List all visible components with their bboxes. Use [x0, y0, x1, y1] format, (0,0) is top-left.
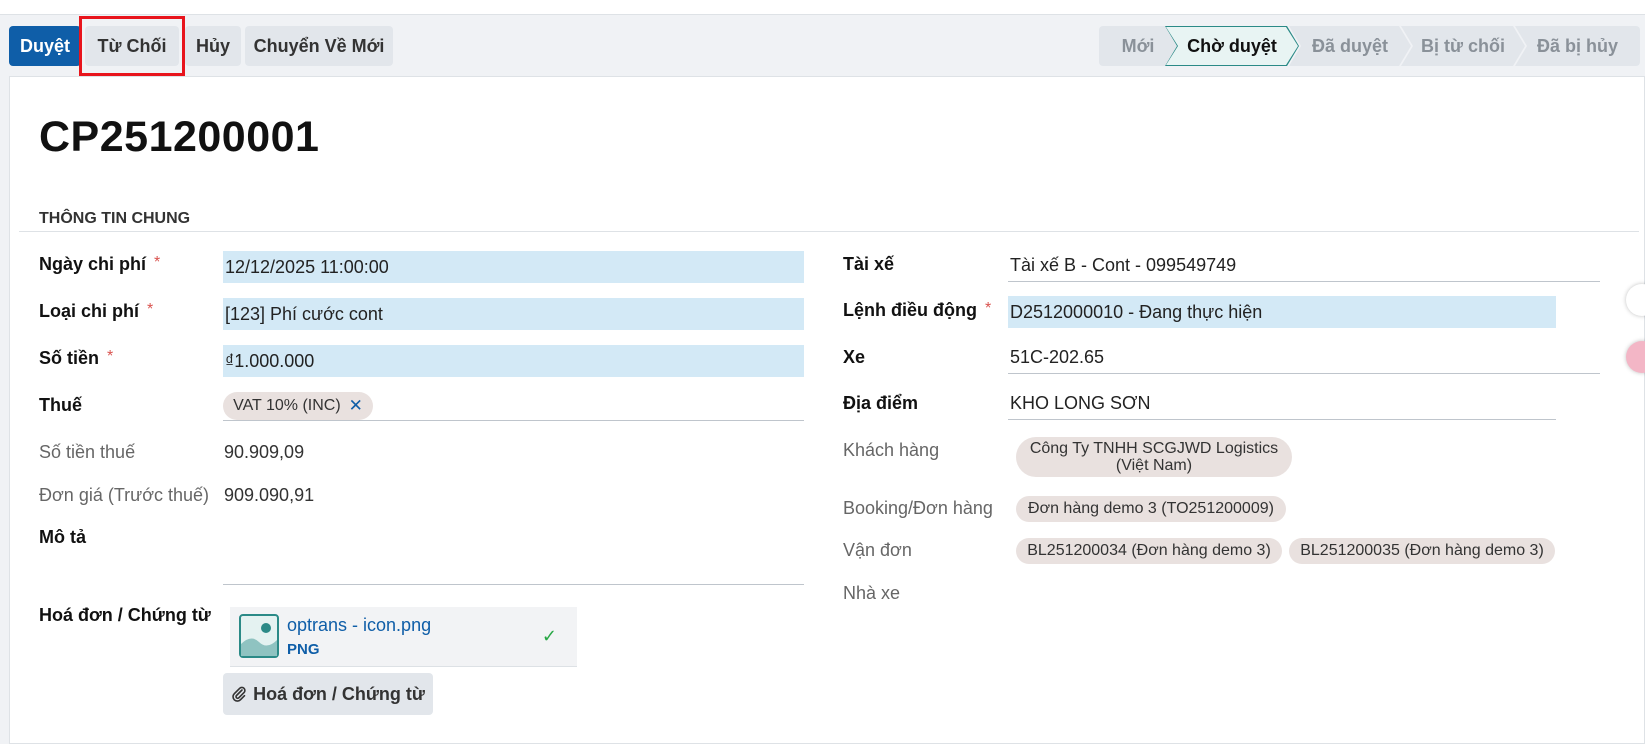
vehicle-label: Xe — [843, 347, 866, 367]
tax-label: Thuế — [39, 395, 82, 415]
status-bar: Mới Chờ duyệt Đã duyệt Bị từ chối Đã bị … — [1099, 26, 1640, 66]
stage-new-label: Mới — [1121, 35, 1155, 56]
dispatch-order-label: Lệnh điều động * — [843, 300, 992, 320]
image-file-icon — [239, 614, 279, 658]
add-attachment-label: Hoá đơn / Chứng từ — [253, 683, 425, 704]
unit-price-label: Đơn giá (Trước thuế) — [39, 485, 210, 505]
reset-to-new-button[interactable]: Chuyển Về Mới — [245, 26, 393, 66]
customer-tag: Công Ty TNHH SCGJWD Logistics (Việt Nam) — [1016, 437, 1292, 477]
attachment-type: PNG — [287, 641, 320, 658]
unit-price-value: 909.090,91 — [224, 485, 315, 505]
expense-type-field[interactable]: [123] Phí cước cont — [223, 298, 804, 330]
customer-label: Khách hàng — [843, 440, 940, 460]
driver-field[interactable]: Tài xế B - Cont - 099549749 — [1008, 250, 1600, 282]
page-title: CP251200001 — [39, 113, 320, 161]
cancel-button[interactable]: Hủy — [185, 26, 241, 66]
location-label: Địa điểm — [843, 393, 919, 413]
waybill-tag: BL251200035 (Đơn hàng demo 3) — [1289, 538, 1555, 564]
expense-date-field[interactable]: 12/12/2025 11:00:00 — [223, 251, 804, 283]
location-field[interactable]: KHO LONG SƠN — [1008, 388, 1556, 420]
add-attachment-button[interactable]: Hoá đơn / Chứng từ — [223, 673, 433, 715]
customer-tag-line2: (Việt Nam) — [1115, 457, 1193, 474]
stage-cancelled-label: Đã bị hủy — [1536, 35, 1618, 56]
stage-rejected-label: Bị từ chối — [1420, 35, 1506, 56]
booking-tag: Đơn hàng demo 3 (TO251200009) — [1016, 496, 1286, 522]
tax-amount-label: Số tiền thuế — [39, 442, 136, 462]
amount-label: Số tiền * — [39, 348, 114, 368]
expense-date-label: Ngày chi phí * — [39, 254, 161, 274]
booking-label: Booking/Đơn hàng — [843, 498, 993, 518]
dispatch-order-field[interactable]: D2512000010 - Đang thực hiện — [1008, 296, 1556, 328]
attachment-label: Hoá đơn / Chứng từ — [39, 605, 211, 625]
attachment-name[interactable]: optrans - icon.png — [287, 615, 431, 636]
description-field[interactable] — [223, 551, 804, 585]
expense-type-label: Loại chi phí * — [39, 301, 154, 321]
tax-tag-label: VAT 10% (INC) — [233, 397, 341, 414]
description-label: Mô tả — [39, 527, 86, 547]
stage-new[interactable]: Mới — [1099, 26, 1177, 66]
stage-approved-label: Đã duyệt — [1311, 35, 1389, 56]
stage-pending-label: Chờ duyệt — [1187, 35, 1277, 56]
stage-rejected[interactable]: Bị từ chối — [1401, 26, 1525, 66]
section-divider — [19, 231, 1639, 232]
waybill-tag: BL251200034 (Đơn hàng demo 3) — [1016, 538, 1282, 564]
customer-tag-line1: Công Ty TNHH SCGJWD Logistics — [1029, 440, 1279, 457]
stage-cancelled[interactable]: Đã bị hủy — [1515, 26, 1640, 66]
stage-pending[interactable]: Chờ duyệt — [1165, 26, 1299, 66]
section-title: THÔNG TIN CHUNG — [39, 210, 191, 227]
amount-field[interactable]: ₫1.000.000 — [223, 345, 804, 377]
tax-tag: VAT 10% (INC) ✕ — [223, 392, 373, 420]
approve-button[interactable]: Duyệt — [9, 26, 81, 66]
waybill-label: Vận đơn — [843, 540, 912, 560]
check-icon: ✓ — [541, 626, 557, 646]
vehicle-field[interactable]: 51C-202.65 — [1008, 342, 1600, 374]
tax-amount-value: 90.909,09 — [224, 442, 305, 462]
stage-approved[interactable]: Đã duyệt — [1289, 26, 1411, 66]
remove-tag-icon[interactable]: ✕ — [349, 396, 363, 416]
top-strip — [0, 0, 1645, 15]
carrier-label: Nhà xe — [843, 583, 901, 603]
paperclip-icon — [232, 686, 246, 702]
driver-label: Tài xế — [843, 254, 895, 274]
attachment-card[interactable]: optrans - icon.png PNG ✓ — [230, 607, 577, 667]
highlight-box — [79, 16, 185, 76]
